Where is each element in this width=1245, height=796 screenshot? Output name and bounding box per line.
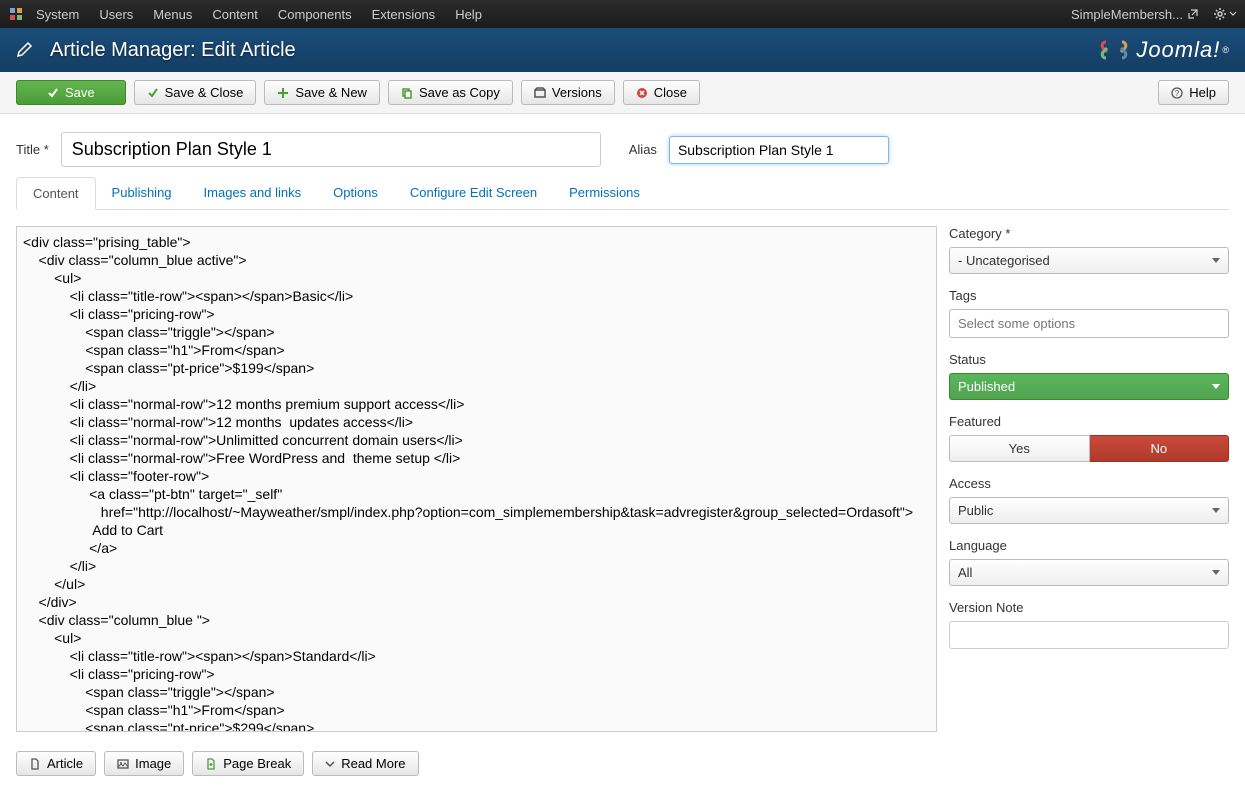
page-break-button[interactable]: Page Break <box>192 751 304 776</box>
admin-top-bar: System Users Menus Content Components Ex… <box>0 0 1245 28</box>
save-close-button[interactable]: Save & Close <box>134 80 257 105</box>
access-label: Access <box>949 476 1229 491</box>
category-select[interactable]: - Uncategorised <box>949 247 1229 274</box>
versions-button[interactable]: Versions <box>521 80 615 105</box>
featured-yes[interactable]: Yes <box>949 435 1090 462</box>
image-button[interactable]: Image <box>104 751 184 776</box>
help-button[interactable]: ? Help <box>1158 80 1229 105</box>
chevron-down-icon <box>1212 570 1220 575</box>
status-label: Status <box>949 352 1229 367</box>
question-icon: ? <box>1171 87 1183 99</box>
menu-extensions[interactable]: Extensions <box>372 7 436 22</box>
menu-help[interactable]: Help <box>455 7 482 22</box>
page-header: Article Manager: Edit Article Joomla! ® <box>0 28 1245 72</box>
joomla-icon <box>8 6 24 22</box>
tab-permissions[interactable]: Permissions <box>553 177 656 209</box>
menu-system[interactable]: System <box>36 7 79 22</box>
page-title: Article Manager: Edit Article <box>50 39 296 62</box>
tags-input[interactable]: Select some options <box>949 309 1229 338</box>
cancel-icon <box>636 87 648 99</box>
menu-users[interactable]: Users <box>99 7 133 22</box>
menu-content[interactable]: Content <box>212 7 258 22</box>
title-label: Title * <box>16 142 49 157</box>
save-new-button[interactable]: Save & New <box>264 80 380 105</box>
pencil-icon <box>16 40 36 60</box>
picture-icon <box>117 758 129 770</box>
featured-toggle: Yes No <box>949 435 1229 462</box>
chevron-down-icon <box>1212 508 1220 513</box>
tab-bar: Content Publishing Images and links Opti… <box>16 177 1229 210</box>
tab-content[interactable]: Content <box>16 177 96 210</box>
copy-icon <box>401 87 413 99</box>
file-icon <box>29 758 41 770</box>
action-toolbar: Save Save & Close Save & New Save as Cop… <box>0 72 1245 114</box>
save-copy-button[interactable]: Save as Copy <box>388 80 513 105</box>
close-button[interactable]: Close <box>623 80 700 105</box>
article-button[interactable]: Article <box>16 751 96 776</box>
access-select[interactable]: Public <box>949 497 1229 524</box>
save-button[interactable]: Save <box>16 80 126 105</box>
page-add-icon <box>205 758 217 770</box>
chevron-down-icon <box>325 759 335 769</box>
title-input[interactable] <box>61 132 601 167</box>
apply-icon <box>47 87 59 99</box>
article-editor[interactable] <box>16 226 937 732</box>
language-select[interactable]: All <box>949 559 1229 586</box>
svg-text:?: ? <box>1175 89 1180 98</box>
menu-menus[interactable]: Menus <box>153 7 192 22</box>
editor-bottom-buttons: Article Image Page Break Read More <box>0 751 1245 796</box>
status-select[interactable]: Published <box>949 373 1229 400</box>
version-note-input[interactable] <box>949 621 1229 649</box>
chevron-down-icon <box>1212 384 1220 389</box>
menu-components[interactable]: Components <box>278 7 352 22</box>
tab-images-links[interactable]: Images and links <box>188 177 318 209</box>
version-note-label: Version Note <box>949 600 1229 615</box>
joomla-logo: Joomla! ® <box>1096 34 1229 66</box>
settings-menu[interactable] <box>1213 7 1237 21</box>
read-more-button[interactable]: Read More <box>312 751 418 776</box>
chevron-down-icon <box>1212 258 1220 263</box>
plus-icon <box>277 87 289 99</box>
language-label: Language <box>949 538 1229 553</box>
alias-input[interactable] <box>669 136 889 164</box>
tab-options[interactable]: Options <box>317 177 394 209</box>
tags-label: Tags <box>949 288 1229 303</box>
featured-label: Featured <box>949 414 1229 429</box>
title-form-row: Title * Alias <box>0 114 1245 177</box>
alias-label: Alias <box>629 142 657 157</box>
sidebar-details: Category * - Uncategorised Tags Select s… <box>949 226 1229 735</box>
check-icon <box>147 87 159 99</box>
site-name-link[interactable]: SimpleMembersh... <box>1071 7 1199 22</box>
main-content: Category * - Uncategorised Tags Select s… <box>0 210 1245 751</box>
featured-no[interactable]: No <box>1090 435 1230 462</box>
archive-icon <box>534 87 546 99</box>
category-label: Category * <box>949 226 1229 241</box>
tab-configure-edit[interactable]: Configure Edit Screen <box>394 177 553 209</box>
tab-publishing[interactable]: Publishing <box>96 177 188 209</box>
